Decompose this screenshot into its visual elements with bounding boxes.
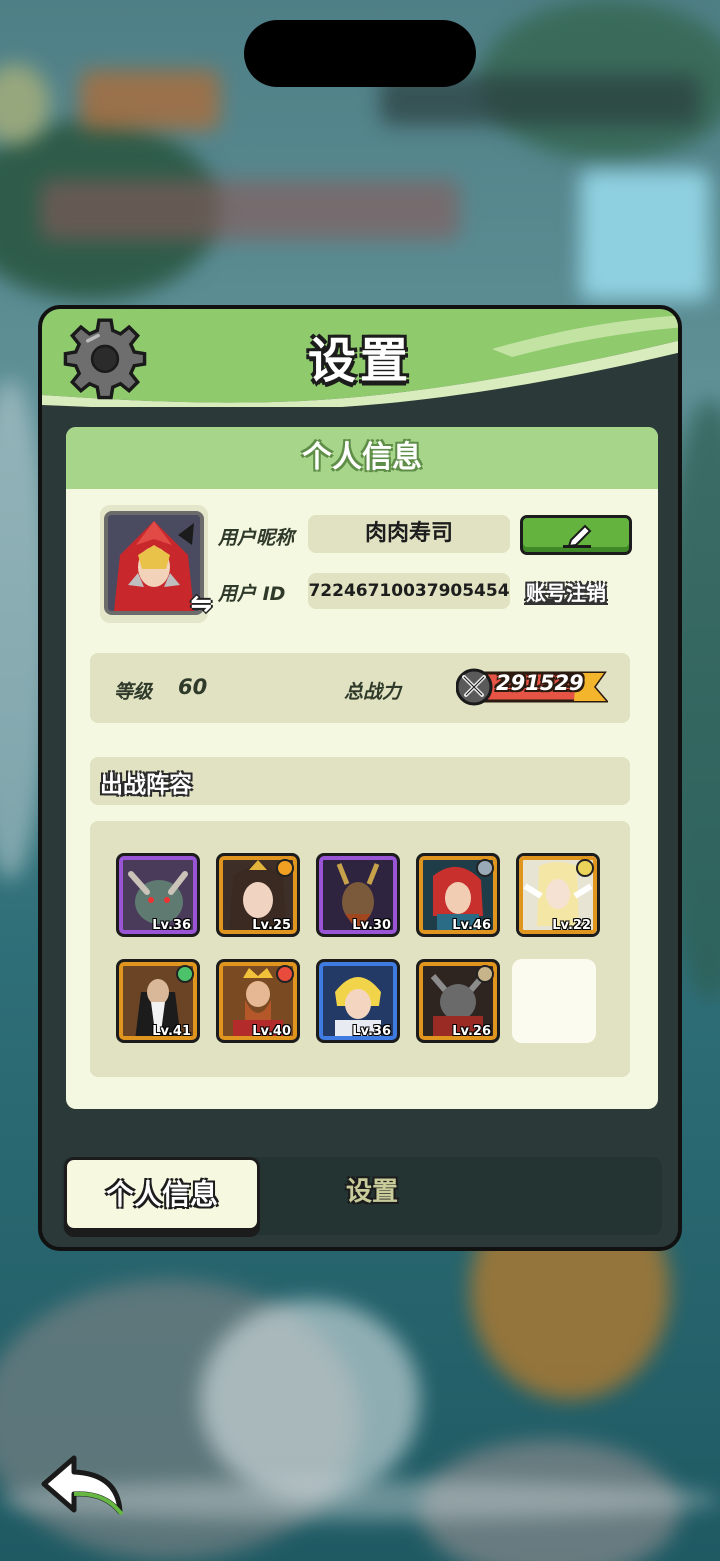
element-badge	[476, 859, 494, 877]
hero-level: Lv.36	[152, 918, 191, 933]
element-badge	[476, 965, 494, 983]
nickname-field: 肉肉寿司	[308, 515, 510, 553]
edit-nickname-button[interactable]	[520, 515, 632, 555]
hero-level: Lv.41	[152, 1024, 191, 1039]
panel-header: 设置	[42, 309, 678, 407]
swap-icon[interactable]: ⇋	[190, 589, 212, 619]
hero-level: Lv.36	[352, 1024, 391, 1039]
lineup-header: 出战阵容	[90, 757, 630, 805]
hero-card[interactable]: Lv.46	[416, 853, 500, 937]
hero-card[interactable]: Lv.40	[216, 959, 300, 1043]
level-value: 60	[178, 675, 208, 699]
avatar-portrait	[108, 515, 200, 611]
personal-info-card: 个人信息 ⇋ 用户昵称 肉肉寿司 用户 ID 72246710037905454…	[66, 427, 658, 1109]
hero-card[interactable]: Lv.26	[416, 959, 500, 1043]
section-title: 个人信息	[66, 427, 658, 489]
settings-panel: 设置 个人信息 ⇋ 用户昵称 肉肉寿司 用户 ID 72246710037905…	[38, 305, 682, 1251]
hero-card[interactable]: Lv.25	[216, 853, 300, 937]
account-delete-link[interactable]: 账号注销	[526, 577, 606, 606]
hero-level: Lv.30	[352, 918, 391, 933]
empty-hero-slot[interactable]	[512, 959, 596, 1043]
gear-icon	[63, 318, 147, 400]
hero-card[interactable]: Lv.36	[116, 853, 200, 937]
tab-bar: 个人信息 设置	[62, 1157, 662, 1235]
swords-icon	[462, 675, 486, 697]
lineup-title: 出战阵容	[100, 772, 192, 798]
hero-level: Lv.40	[252, 1024, 291, 1039]
hero-level: Lv.46	[452, 918, 491, 933]
hero-card[interactable]: Lv.22	[516, 853, 600, 937]
camera-notch	[244, 20, 476, 87]
power-value: 291529	[496, 671, 584, 695]
hero-level: Lv.25	[252, 918, 291, 933]
hero-card[interactable]: Lv.30	[316, 853, 400, 937]
element-badge	[176, 965, 194, 983]
power-badge: 291529	[456, 667, 608, 707]
hero-card[interactable]: Lv.41	[116, 959, 200, 1043]
stats-bar: 等级 60 总战力 291529	[90, 653, 630, 723]
user-id-label: 用户 ID	[218, 583, 286, 605]
power-label: 总战力	[344, 681, 402, 703]
tab-personal-info[interactable]: 个人信息	[64, 1157, 260, 1231]
user-id-field: 72246710037905454	[308, 573, 510, 609]
pencil-icon	[563, 524, 592, 548]
element-badge	[276, 965, 294, 983]
avatar-frame[interactable]: ⇋	[100, 505, 212, 623]
nickname-label: 用户昵称	[218, 527, 295, 549]
hero-card[interactable]: Lv.36	[316, 959, 400, 1043]
level-label: 等级	[114, 681, 153, 703]
element-badge	[276, 859, 294, 877]
tab-settings[interactable]: 设置	[312, 1157, 432, 1231]
hero-level: Lv.26	[452, 1024, 491, 1039]
avatar[interactable]	[104, 511, 204, 615]
element-badge	[576, 859, 594, 877]
back-arrow-icon[interactable]	[40, 1452, 128, 1518]
lineup-grid: Lv.36 Lv.25 Lv.30 Lv.46 Lv.22 Lv.41 Lv.4…	[90, 821, 630, 1077]
hero-level: Lv.22	[552, 918, 591, 933]
